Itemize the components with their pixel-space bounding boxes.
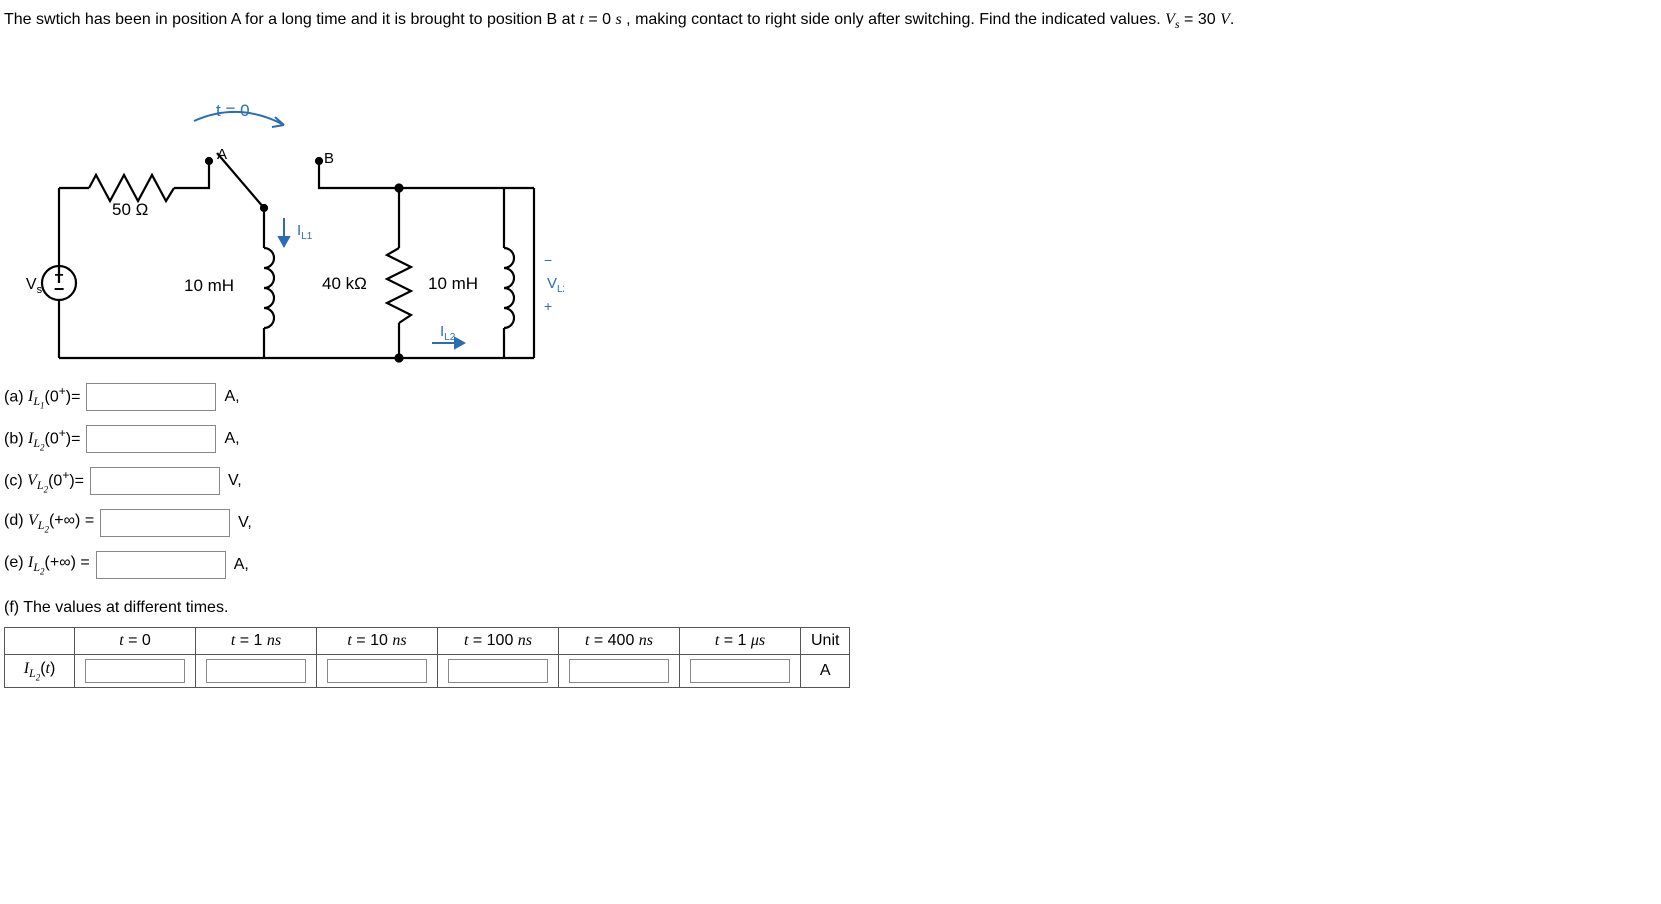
answer-a-unit: A, — [224, 388, 239, 406]
node-a-label: A — [217, 146, 227, 163]
values-table: t = 0 t = 1 ns t = 10 ns t = 100 ns t = … — [4, 627, 850, 688]
table-data-row: IL2(t) A — [5, 655, 850, 688]
table-input-3[interactable] — [448, 659, 548, 683]
table-input-2[interactable] — [327, 659, 427, 683]
problem-vs-eq: Vs — [1165, 11, 1179, 28]
table-cell-4 — [559, 655, 680, 688]
table-row-label: IL2(t) — [5, 655, 75, 688]
table-input-4[interactable] — [569, 659, 669, 683]
vl2-minus: − — [544, 252, 552, 268]
answer-b-unit: A, — [224, 430, 239, 448]
answer-b-input[interactable] — [86, 425, 216, 453]
source-minus-icon: − — [54, 279, 65, 299]
vl2-label: VL2 — [547, 275, 564, 295]
circuit-diagram: + − Vs IL1 IL2 VL2 − + t = 0 A B 50 Ω 10… — [4, 53, 564, 363]
table-cell-5 — [680, 655, 801, 688]
vl2-plus: + — [544, 298, 552, 314]
answer-c-unit: V, — [228, 472, 242, 490]
vs-label: Vs — [26, 276, 43, 296]
l1-label: 10 mH — [184, 276, 234, 295]
node-b-label: B — [324, 150, 334, 167]
il2-label: IL2 — [440, 323, 456, 343]
answer-c-input[interactable] — [90, 467, 220, 495]
answer-e-label: (e) IL2(+∞) = — [4, 554, 90, 577]
answer-d-label: (d) VL2(+∞) = — [4, 512, 94, 535]
table-time-4: t = 400 ns — [559, 628, 680, 655]
answer-a-label: (a) IL1(0+)= — [4, 384, 80, 411]
answer-b-label: (b) IL2(0+)= — [4, 426, 80, 453]
answer-a-input[interactable] — [86, 383, 216, 411]
answer-a: (a) IL1(0+)= A, — [4, 383, 1657, 411]
answer-d: (d) VL2(+∞) = V, — [4, 509, 1657, 537]
answer-e-unit: A, — [234, 556, 249, 574]
answer-c-label: (c) VL2(0+)= — [4, 468, 84, 495]
answer-d-input[interactable] — [100, 509, 230, 537]
answer-e-input[interactable] — [96, 551, 226, 579]
l2-label: 10 mH — [428, 274, 478, 293]
answer-b: (b) IL2(0+)= A, — [4, 425, 1657, 453]
problem-t-eq: t — [579, 11, 583, 28]
r2-label: 40 kΩ — [322, 274, 367, 293]
table-time-3: t = 100 ns — [438, 628, 559, 655]
table-time-2: t = 10 ns — [317, 628, 438, 655]
answer-d-unit: V, — [238, 514, 252, 532]
problem-suffix: . — [1230, 11, 1234, 28]
table-cell-3 — [438, 655, 559, 688]
table-time-0: t = 0 — [75, 628, 196, 655]
table-heading: (f) The values at different times. — [4, 599, 1657, 617]
table-blank-cell — [5, 628, 75, 655]
t0-label: t = 0 — [216, 101, 250, 120]
problem-prefix: The swtich has been in position A for a … — [4, 11, 579, 28]
table-input-1[interactable] — [206, 659, 306, 683]
problem-statement: The swtich has been in position A for a … — [4, 8, 1657, 33]
answer-e: (e) IL2(+∞) = A, — [4, 551, 1657, 579]
table-input-5[interactable] — [690, 659, 790, 683]
table-cell-1 — [196, 655, 317, 688]
il1-label: IL1 — [297, 222, 313, 242]
table-row-unit: A — [801, 655, 850, 688]
r1-label: 50 Ω — [112, 200, 148, 219]
table-cell-0 — [75, 655, 196, 688]
table-time-1: t = 1 ns — [196, 628, 317, 655]
table-cell-2 — [317, 655, 438, 688]
table-unit-header: Unit — [801, 628, 850, 655]
answer-c: (c) VL2(0+)= V, — [4, 467, 1657, 495]
table-input-0[interactable] — [85, 659, 185, 683]
table-header-row: t = 0 t = 1 ns t = 10 ns t = 100 ns t = … — [5, 628, 850, 655]
problem-mid: , making contact to right side only afte… — [626, 11, 1165, 28]
table-time-5: t = 1 μs — [680, 628, 801, 655]
